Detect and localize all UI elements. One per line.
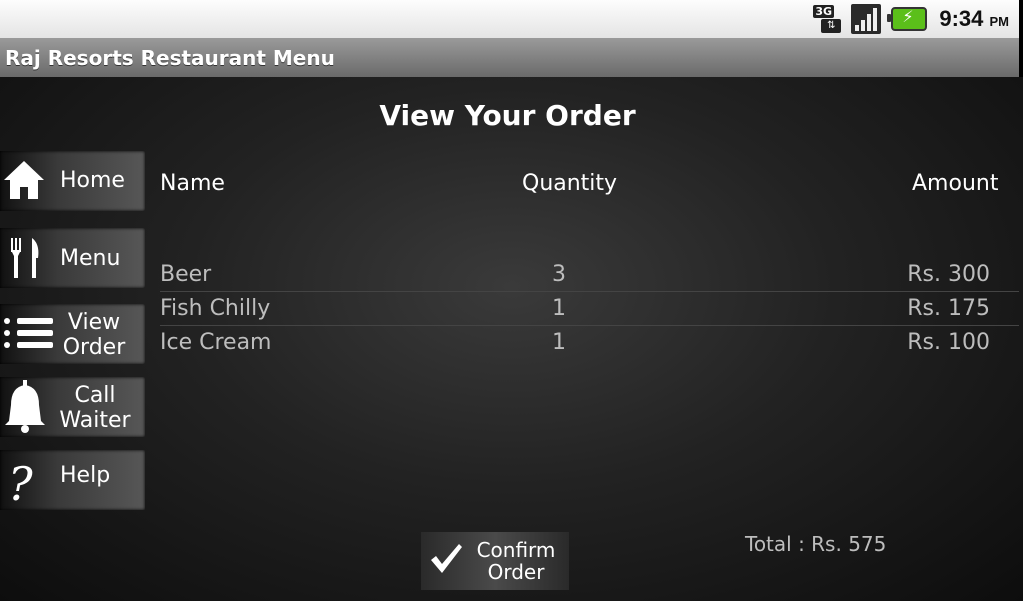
confirm-order-label: Confirm Order — [471, 539, 561, 583]
fork-knife-icon — [11, 238, 39, 278]
signal-icon — [851, 4, 882, 34]
clock-time: 9:34 — [939, 6, 984, 31]
main-content: View Your Order Home Menu View Order Cal… — [0, 77, 1023, 601]
item-quantity: 3 — [552, 262, 566, 287]
column-header-name: Name — [160, 171, 225, 196]
sidebar-item-label: Call Waiter — [59, 383, 131, 433]
table-row: Beer 3 Rs. 300 — [160, 257, 1019, 292]
sidebar-item-call-waiter[interactable]: Call Waiter — [0, 377, 145, 437]
network-3g-icon: 3G ⇅ — [813, 4, 845, 34]
item-quantity: 1 — [552, 296, 566, 321]
item-amount: Rs. 175 — [907, 296, 990, 321]
column-header-amount: Amount — [912, 171, 999, 196]
table-row: Ice Cream 1 Rs. 100 — [160, 325, 1019, 359]
title-bar: Raj Resorts Restaurant Menu — [0, 38, 1019, 77]
page-title: View Your Order — [379, 99, 636, 132]
table-row: Fish Chilly 1 Rs. 175 — [160, 291, 1019, 326]
bell-icon — [5, 380, 45, 433]
svg-text:?: ? — [8, 457, 33, 506]
confirm-label-line1: Confirm — [476, 538, 556, 562]
sidebar-item-view-order[interactable]: View Order — [0, 304, 145, 364]
column-header-quantity: Quantity — [522, 171, 618, 196]
sidebar-item-home[interactable]: Home — [0, 151, 145, 211]
item-name: Fish Chilly — [160, 296, 271, 321]
sidebar-item-label: Help — [60, 463, 111, 488]
question-icon: ? — [8, 457, 33, 506]
sidebar-item-menu[interactable]: Menu — [0, 228, 145, 288]
confirm-order-button[interactable]: Confirm Order — [421, 532, 569, 590]
battery-charging-icon: ⚡ — [887, 7, 928, 31]
sidebar-item-label: Menu — [60, 246, 121, 271]
status-bar: 3G ⇅ ⚡ 9:34 PM — [0, 0, 1023, 38]
sidebar-item-label: Home — [60, 168, 125, 193]
item-amount: Rs. 100 — [907, 330, 990, 355]
item-name: Beer — [160, 262, 212, 287]
network-label: 3G — [813, 5, 835, 18]
confirm-label-line2: Order — [487, 560, 545, 584]
item-name: Ice Cream — [160, 330, 272, 355]
list-icon — [4, 318, 53, 348]
clock-ampm: PM — [989, 14, 1010, 29]
order-total: Total : Rs. 575 — [745, 532, 887, 556]
app-title: Raj Resorts Restaurant Menu — [5, 46, 335, 70]
check-icon — [431, 544, 462, 573]
home-icon — [4, 161, 44, 199]
sidebar-item-label: View Order — [62, 310, 126, 360]
item-amount: Rs. 300 — [907, 262, 990, 287]
sidebar-item-help[interactable]: ? Help — [0, 450, 145, 510]
clock: 9:34 PM — [939, 6, 1009, 32]
item-quantity: 1 — [552, 330, 566, 355]
